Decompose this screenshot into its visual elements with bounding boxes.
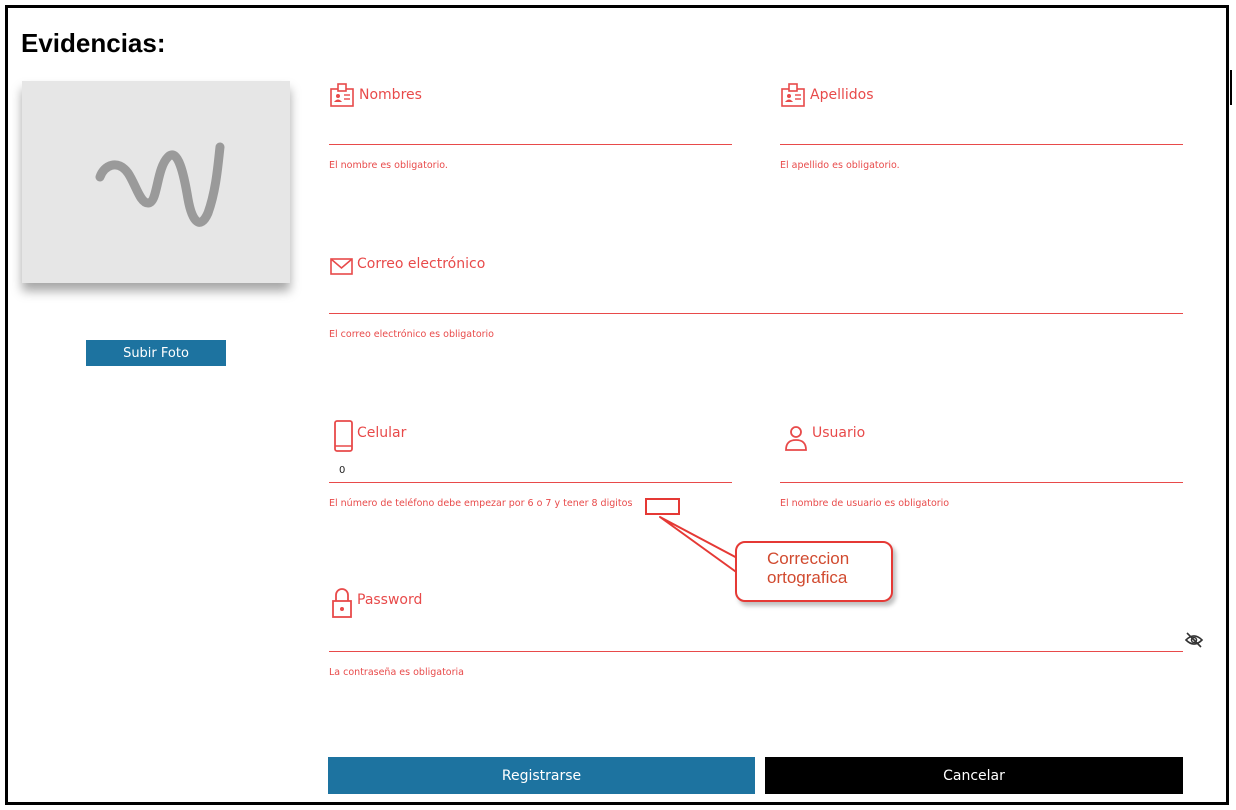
usuario-error: El nombre de usuario es obligatorio xyxy=(780,498,950,509)
apellidos-input-underline xyxy=(780,144,1183,145)
celular-input-value[interactable]: 0 xyxy=(339,465,345,476)
password-input-underline xyxy=(329,651,1183,652)
correo-field[interactable]: Correo electrónico El correo electrónico… xyxy=(329,254,1183,344)
password-label: Password xyxy=(357,592,423,608)
id-card-icon xyxy=(780,82,808,112)
callout-line-1: Correccion xyxy=(767,549,850,568)
correo-input-underline xyxy=(329,313,1183,314)
nombres-field[interactable]: Nombres El nombre es obligatorio. xyxy=(329,82,732,172)
frame-divider xyxy=(1230,70,1232,105)
nombres-error: El nombre es obligatorio. xyxy=(329,160,448,171)
register-button[interactable]: Registrarse xyxy=(328,757,755,794)
upload-photo-button[interactable]: Subir Foto xyxy=(86,340,226,366)
profile-photo-placeholder xyxy=(22,81,290,283)
eye-slash-icon[interactable] xyxy=(1184,631,1204,653)
envelope-icon xyxy=(329,254,355,282)
usuario-label: Usuario xyxy=(812,425,866,441)
correo-error: El correo electrónico es obligatorio xyxy=(329,329,494,340)
wave-logo-icon xyxy=(95,142,225,227)
usuario-input-underline xyxy=(780,482,1183,483)
apellidos-field[interactable]: Apellidos El apellido es obligatorio. xyxy=(780,82,1183,172)
apellidos-error: El apellido es obligatorio. xyxy=(780,160,900,171)
cancel-button[interactable]: Cancelar xyxy=(765,757,1183,794)
nombres-input-underline xyxy=(329,144,732,145)
id-card-icon xyxy=(329,82,357,112)
nombres-label: Nombres xyxy=(359,87,422,103)
phone-icon xyxy=(329,420,355,458)
callout-line-2: ortografica xyxy=(767,568,848,587)
apellidos-label: Apellidos xyxy=(810,87,874,103)
user-icon xyxy=(780,420,810,458)
celular-label: Celular xyxy=(357,425,407,441)
correo-label: Correo electrónico xyxy=(357,256,486,272)
password-error: La contraseña es obligatoria xyxy=(329,667,464,678)
celular-error: El número de teléfono debe empezar por 6… xyxy=(329,498,633,509)
usuario-field[interactable]: Usuario El nombre de usuario es obligato… xyxy=(780,420,1183,510)
annotation-highlight-box xyxy=(645,498,680,515)
annotation-callout: Correccion ortografica xyxy=(735,541,893,602)
celular-input-underline xyxy=(329,482,732,483)
lock-icon xyxy=(329,586,355,624)
celular-field[interactable]: Celular 0 El número de teléfono debe emp… xyxy=(329,420,732,510)
page-title: Evidencias: xyxy=(21,28,166,58)
